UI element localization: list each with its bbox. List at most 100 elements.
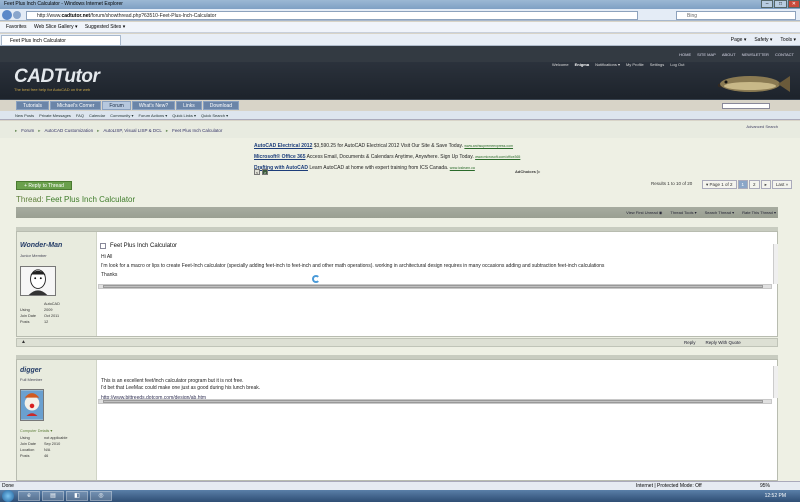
taskbar-clock[interactable]: 12:52 PM [765, 490, 786, 502]
avatar[interactable] [20, 266, 56, 296]
reply-button[interactable]: Reply [684, 340, 696, 345]
taskbar-app-icon[interactable]: ◧ [66, 491, 88, 501]
address-bar[interactable]: http://www.cadtutor.net/forum/showthread… [26, 11, 638, 20]
rate-thread-menu[interactable]: Rate This Thread ▾ [742, 210, 776, 215]
scroll-thumb[interactable] [103, 285, 763, 288]
ad-block: AutoCAD Electrical 2012 $3,590.25 for Au… [254, 141, 544, 174]
page-jump-dropdown[interactable]: ▾ Page 1 of 2 [702, 180, 737, 189]
site-header [0, 62, 800, 100]
breadcrumb: ▸ Forum ▸ AutoCAD Customization ▸ AutoLI… [15, 128, 222, 134]
safety-menu[interactable]: Safety ▾ [754, 35, 772, 45]
logout-link[interactable]: Log Out [670, 62, 684, 67]
minimize-button[interactable]: – [761, 0, 774, 8]
page-last[interactable]: Last » [771, 180, 793, 189]
post-username[interactable]: digger [20, 367, 41, 374]
avatar[interactable] [20, 389, 44, 421]
subnav-new-posts[interactable]: New Posts [15, 111, 34, 119]
favorites-button[interactable]: Favorites [6, 24, 27, 30]
breadcrumb-separator: ▸ [165, 128, 169, 133]
post-username[interactable]: Wonder-Man [20, 242, 62, 249]
page-next[interactable]: ▸ [760, 180, 771, 189]
zoom-level[interactable]: 95% [760, 482, 770, 490]
post-vertical-scrollbar[interactable] [773, 366, 778, 398]
post-top-arrow-icon[interactable]: ▲ [21, 339, 26, 345]
maximize-button[interactable]: □ [774, 0, 787, 8]
ad-url[interactable]: www.archsupremeexpress.com [464, 144, 513, 148]
loading-spinner-icon [312, 275, 320, 283]
post-horizontal-scrollbar[interactable] [98, 399, 772, 404]
tools-menu[interactable]: Tools ▾ [780, 35, 796, 45]
tab-tutorials[interactable]: Tutorials [16, 101, 49, 110]
top-link-contact[interactable]: CONTACT [775, 52, 794, 57]
taskbar-app-icon[interactable]: ◎ [90, 491, 112, 501]
tab-forum[interactable]: Forum [102, 101, 131, 110]
info-value: AutoCAD 2009 [44, 302, 60, 312]
subnav-quick-links[interactable]: Quick Links ▾ [172, 111, 196, 119]
subnav-forum-actions[interactable]: Forum Actions ▾ [139, 111, 168, 119]
post-user-info: Using not applicable Join Date Sep 2010 Lo… [20, 435, 68, 459]
taskbar-folder-icon[interactable]: ▤ [42, 491, 64, 501]
breadcrumb-autocad-customization[interactable]: AutoCAD Customization [45, 128, 94, 134]
thread-tools: View First Unread ◉ Thread Tools ▾ Searc… [626, 210, 776, 215]
thread-tools-menu[interactable]: Thread Tools ▾ [670, 210, 696, 215]
web-slice-gallery[interactable]: Web Slice Gallery ▾ [34, 24, 78, 30]
subnav-quick-search[interactable]: Quick Search ▾ [201, 111, 228, 119]
scroll-thumb[interactable] [103, 400, 763, 403]
reply-to-thread-button[interactable]: + Reply to Thread [16, 181, 72, 190]
post-horizontal-scrollbar[interactable] [98, 284, 772, 289]
notifications-link[interactable]: Notifications ▾ [595, 62, 620, 67]
ad-row[interactable]: Microsoft® Office 365 Access Email, Docu… [254, 152, 544, 163]
site-logo[interactable]: CADTutor [14, 66, 100, 88]
ad-prev-button[interactable]: < [254, 169, 260, 175]
forward-button[interactable] [13, 11, 21, 19]
top-link-sitemap[interactable]: SITE MAP [697, 52, 716, 57]
subnav-community[interactable]: Community ▾ [110, 111, 133, 119]
ad-title[interactable]: AutoCAD Electrical 2012 [254, 143, 312, 149]
advanced-search-link[interactable]: Advanced Search [746, 124, 778, 129]
ad-row[interactable]: Drafting with AutoCAD Learn AutoCAD at h… [254, 163, 544, 174]
reply-with-quote-button[interactable]: Reply With Quote [706, 340, 741, 345]
settings-link[interactable]: Settings [650, 62, 664, 67]
ad-url[interactable]: www.icslearn.ca [450, 166, 475, 170]
start-button-icon[interactable] [2, 490, 14, 502]
tab-whats-new[interactable]: What's New? [131, 101, 176, 110]
ad-next-button[interactable]: > [262, 169, 268, 175]
breadcrumb-forum[interactable]: Forum [21, 128, 34, 134]
top-link-newsletter[interactable]: NEWSLETTER [742, 52, 769, 57]
page-1[interactable]: 1 [737, 180, 749, 189]
back-button[interactable] [2, 10, 12, 20]
nav-tabs: Tutorials Michael's Corner Forum What's … [16, 101, 240, 110]
suggested-sites[interactable]: Suggested Sites ▾ [85, 24, 125, 30]
subnav-faq[interactable]: FAQ [76, 111, 84, 119]
ad-text: $3,590.25 for AutoCAD Electrical 2012 Vi… [312, 143, 463, 149]
browser-tab[interactable]: Feet Plus Inch Calculator [1, 35, 121, 46]
page-2[interactable]: 2 [749, 180, 760, 189]
close-button[interactable]: ✕ [787, 0, 800, 8]
username-link[interactable]: Enigma [575, 62, 589, 67]
subnav-private-messages[interactable]: Private Messages [39, 111, 71, 119]
thread-title: Thread: Feet Plus Inch Calculator [16, 195, 135, 204]
breadcrumb-autolisp[interactable]: AutoLISP, Visual LISP & DCL [103, 128, 162, 134]
top-link-about[interactable]: ABOUT [722, 52, 736, 57]
ad-choices[interactable]: AdChoices ▷ [515, 169, 540, 174]
tab-michaels-corner[interactable]: Michael's Corner [50, 101, 102, 110]
post-user-info: UsingAutoCAD 2009 Join Date Oct 2011 Post… [20, 301, 68, 325]
top-link-home[interactable]: HOME [679, 52, 691, 57]
sub-nav: New Posts Private Messages FAQ Calendar … [0, 111, 800, 120]
ad-row[interactable]: AutoCAD Electrical 2012 $3,590.25 for Au… [254, 141, 544, 152]
subnav-calendar[interactable]: Calendar [89, 111, 105, 119]
computer-details-link[interactable]: Computer Details ▾ [20, 428, 52, 434]
post-vertical-scrollbar[interactable] [773, 244, 778, 284]
ad-url[interactable]: www.microsoft.com/office365 [475, 155, 520, 159]
tab-download[interactable]: Download [202, 101, 240, 110]
taskbar-ie-icon[interactable]: e [18, 491, 40, 501]
search-input[interactable]: Bing [676, 11, 796, 20]
post-body: Hi All I'm look for a macro or lips to c… [101, 254, 771, 277]
site-search-input[interactable] [722, 103, 770, 109]
search-thread-menu[interactable]: Search Thread ▾ [705, 210, 735, 215]
my-profile-link[interactable]: My Profile [626, 62, 644, 67]
tab-links[interactable]: Links [176, 101, 202, 110]
ad-title[interactable]: Microsoft® Office 365 [254, 154, 305, 160]
view-first-unread-link[interactable]: View First Unread ◉ [626, 210, 662, 215]
page-menu[interactable]: Page ▾ [731, 35, 747, 45]
